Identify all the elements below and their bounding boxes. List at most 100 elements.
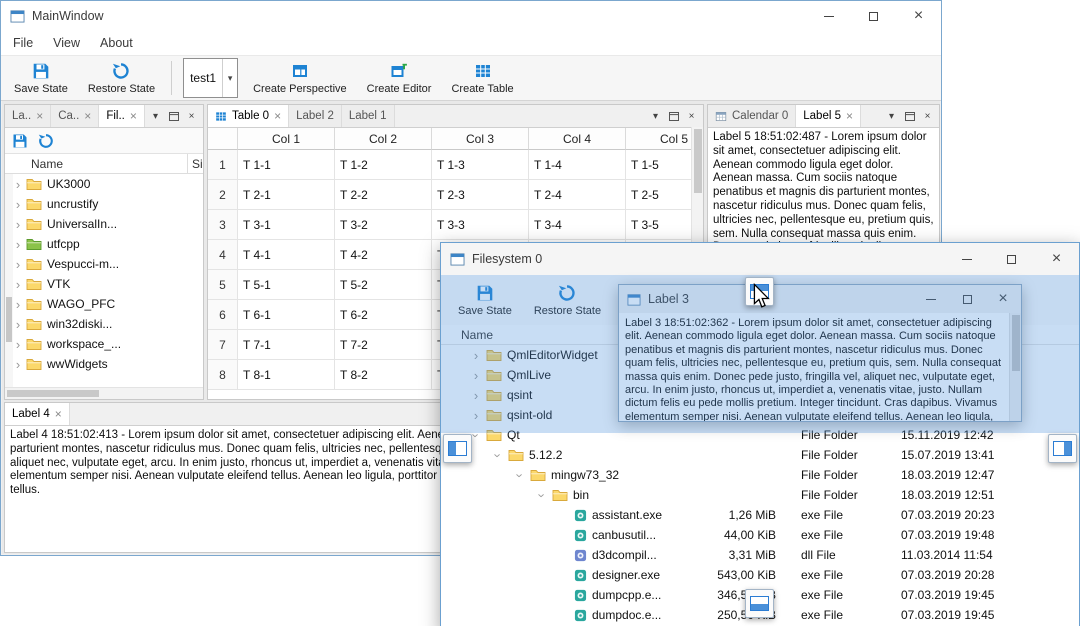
table-cell[interactable]: T 1-4 (529, 150, 626, 180)
tree-item-vtk[interactable]: › VTK (5, 274, 203, 294)
expand-chevron-icon[interactable]: › (11, 358, 25, 371)
maximize-button[interactable] (851, 1, 896, 31)
tabs-menu-icon[interactable]: ▾ (884, 109, 899, 124)
center-tab-label-2[interactable]: Label 2 (289, 105, 342, 127)
expand-chevron-icon[interactable]: › (11, 298, 25, 311)
expand-chevron-icon[interactable]: › (491, 446, 506, 464)
table-cell[interactable]: T 3-3 (432, 210, 529, 240)
tree-item-workspace[interactable]: › workspace_... (5, 334, 203, 354)
scrollbar-handle[interactable] (6, 297, 12, 342)
center-tab-table-0[interactable]: Table 0 × (208, 105, 290, 127)
left-tree-hscrollbar[interactable] (5, 387, 203, 399)
menu-view[interactable]: View (43, 36, 90, 50)
tab-close-icon[interactable]: × (274, 110, 281, 122)
table-cell[interactable]: T 7-2 (335, 330, 432, 360)
table-cell[interactable]: T 4-2 (335, 240, 432, 270)
main-titlebar[interactable]: MainWindow × (1, 1, 941, 31)
table-cell[interactable]: T 8-2 (335, 360, 432, 390)
table-cell[interactable]: T 2-3 (432, 180, 529, 210)
expand-chevron-icon[interactable]: › (535, 486, 550, 504)
table-cell[interactable]: T 5-1 (238, 270, 335, 300)
column-header-col-1[interactable]: Col 1 (238, 128, 335, 150)
scrollbar-handle[interactable] (694, 129, 702, 193)
table-cell[interactable]: T 2-1 (238, 180, 335, 210)
table-cell[interactable]: T 2-4 (529, 180, 626, 210)
minimize-button[interactable] (806, 1, 851, 31)
filesystem-row-bin[interactable]: › bin File Folder 18.03.2019 12:51 (441, 485, 1079, 505)
close-button[interactable]: × (896, 1, 941, 31)
expand-chevron-icon[interactable]: › (11, 278, 25, 291)
close-dock-icon[interactable]: × (920, 109, 935, 124)
tabs-menu-icon[interactable]: ▾ (648, 109, 663, 124)
table-cell[interactable]: T 2-2 (335, 180, 432, 210)
left-tab-fil[interactable]: Fil.. × (99, 105, 145, 127)
tab-close-icon[interactable]: × (84, 110, 91, 122)
tree-item-vespucci-m[interactable]: › Vespucci-m... (5, 254, 203, 274)
filesystem-row-assistant-exe[interactable]: assistant.exe 1,26 MiB exe File 07.03.2019 … (441, 505, 1079, 525)
table-cell[interactable]: T 4-1 (238, 240, 335, 270)
table-cell[interactable]: T 6-2 (335, 300, 432, 330)
tree-item-uk3000[interactable]: › UK3000 (5, 174, 203, 194)
tree-item-wwwidgets[interactable]: › wwWidgets (5, 354, 203, 374)
tab-close-icon[interactable]: × (130, 110, 137, 122)
filesystem-row-5-12-2[interactable]: › 5.12.2 File Folder 15.07.2019 13:41 (441, 445, 1079, 465)
save-state-icon-button[interactable] (11, 132, 29, 150)
filesystem-titlebar[interactable]: Filesystem 0 × (441, 243, 1079, 275)
close-dock-icon[interactable]: × (184, 109, 199, 124)
filesystem-row-designer-exe[interactable]: designer.exe 543,00 KiB exe File 07.03.2019… (441, 565, 1079, 585)
filesystem-row-d3dcompil[interactable]: d3dcompil... 3,31 MiB dll File 11.03.2014 1… (441, 545, 1079, 565)
table-cell[interactable]: T 6-1 (238, 300, 335, 330)
table-cell[interactable]: T 1-1 (238, 150, 335, 180)
filesystem-row-canbusutil[interactable]: canbusutil... 44,00 KiB exe File 07.03.2019… (441, 525, 1079, 545)
drop-indicator-right[interactable] (1048, 434, 1077, 463)
minimize-button[interactable] (944, 243, 989, 275)
column-header-col-4[interactable]: Col 4 (529, 128, 626, 150)
filesystem-row-mingw73-32[interactable]: › mingw73_32 File Folder 18.03.2019 12:47 (441, 465, 1079, 485)
scrollbar-handle[interactable] (7, 390, 99, 397)
expand-chevron-icon[interactable]: › (11, 198, 25, 211)
tabs-menu-icon[interactable]: ▾ (148, 109, 163, 124)
table-cell[interactable]: T 8-1 (238, 360, 335, 390)
menu-file[interactable]: File (3, 36, 43, 50)
expand-chevron-icon[interactable]: › (11, 258, 25, 271)
expand-chevron-icon[interactable]: › (513, 466, 528, 484)
tree-item-utfcpp[interactable]: › utfcpp (5, 234, 203, 254)
bottom-tab-label-4[interactable]: Label 4 × (5, 403, 70, 425)
create-perspective-button[interactable]: Create Perspective (244, 56, 356, 100)
restore-state-icon-button[interactable] (37, 132, 55, 150)
table-cell[interactable]: T 3-4 (529, 210, 626, 240)
left-tab-la[interactable]: La.. × (5, 105, 52, 127)
table-cell[interactable]: T 3-1 (238, 210, 335, 240)
tab-close-icon[interactable]: × (36, 110, 43, 122)
tab-close-icon[interactable]: × (55, 408, 62, 420)
table-cell[interactable]: T 1-3 (432, 150, 529, 180)
left-tab-ca[interactable]: Ca.. × (51, 105, 100, 127)
maximize-button[interactable] (989, 243, 1034, 275)
create-editor-button[interactable]: Create Editor (358, 56, 441, 100)
table-cell[interactable]: T 5-2 (335, 270, 432, 300)
undock-icon[interactable] (666, 109, 681, 124)
right-tab-label-5[interactable]: Label 5 × (796, 105, 862, 127)
expand-chevron-icon[interactable]: › (11, 238, 25, 251)
create-table-button[interactable]: Create Table (442, 56, 522, 100)
close-dock-icon[interactable]: × (684, 109, 699, 124)
save-state-button[interactable]: Save State (5, 56, 77, 100)
center-tab-label-1[interactable]: Label 1 (341, 105, 395, 127)
tree-item-universalin[interactable]: › UniversalIn... (5, 214, 203, 234)
drop-indicator-bottom[interactable] (745, 589, 774, 618)
close-button[interactable]: × (1034, 243, 1079, 275)
menu-about[interactable]: About (90, 36, 143, 50)
table-cell[interactable]: T 1-2 (335, 150, 432, 180)
right-tab-calendar-0[interactable]: Calendar 0 (708, 105, 797, 127)
drop-indicator-left[interactable] (443, 434, 472, 463)
undock-icon[interactable] (902, 109, 917, 124)
column-header-col-2[interactable]: Col 2 (335, 128, 432, 150)
tree-item-uncrustify[interactable]: › uncrustify (5, 194, 203, 214)
table-cell[interactable]: T 3-2 (335, 210, 432, 240)
expand-chevron-icon[interactable]: › (11, 318, 25, 331)
perspective-select[interactable]: test1 ▾ (183, 58, 239, 98)
tree-item-wago-pfc[interactable]: › WAGO_PFC (5, 294, 203, 314)
expand-chevron-icon[interactable]: › (11, 218, 25, 231)
tree-item-win32diski[interactable]: › win32diski... (5, 314, 203, 334)
expand-chevron-icon[interactable]: › (11, 178, 25, 191)
